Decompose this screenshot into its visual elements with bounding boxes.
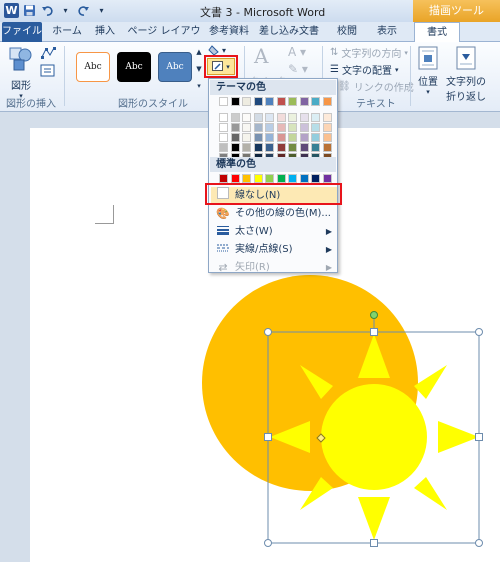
theme-color-swatch[interactable] <box>219 113 228 122</box>
theme-color-swatch[interactable] <box>311 143 320 152</box>
theme-color-swatch[interactable] <box>219 97 228 106</box>
submenu-arrow-icon: ▶ <box>325 245 332 254</box>
theme-color-swatch[interactable] <box>230 123 240 132</box>
arrows-icon: ⇄ <box>218 261 228 274</box>
theme-color-swatch[interactable] <box>253 97 263 106</box>
color-palette-icon: 🎨 <box>216 207 230 220</box>
arrows-item[interactable]: ⇄ 矢印(R) ▶ <box>211 259 337 277</box>
theme-color-swatch[interactable] <box>276 97 286 106</box>
theme-color-swatch[interactable] <box>288 143 297 152</box>
theme-color-swatch[interactable] <box>276 123 286 132</box>
highlight-box-outline-button <box>204 55 238 78</box>
theme-color-swatch[interactable] <box>299 123 309 132</box>
resize-handle[interactable] <box>264 433 272 441</box>
theme-color-swatch[interactable] <box>253 113 263 122</box>
highlight-box-no-line <box>205 183 342 205</box>
standard-color-swatch[interactable] <box>322 174 332 183</box>
theme-color-swatch[interactable] <box>276 143 286 152</box>
theme-color-swatch[interactable] <box>322 123 332 132</box>
resize-handle[interactable] <box>370 539 378 547</box>
standard-color-swatch[interactable] <box>288 174 297 183</box>
theme-color-swatch[interactable] <box>299 113 309 122</box>
resize-handle[interactable] <box>475 433 483 441</box>
more-outline-colors-item[interactable]: 🎨 その他の線の色(M)... <box>211 205 337 223</box>
resize-handle[interactable] <box>264 539 272 547</box>
theme-color-swatch[interactable] <box>311 113 320 122</box>
theme-color-swatch[interactable] <box>219 143 228 152</box>
theme-color-swatch[interactable] <box>311 133 320 142</box>
rotation-handle[interactable] <box>370 311 378 319</box>
standard-colors-header: 標準の色 <box>210 157 336 172</box>
theme-color-swatch[interactable] <box>288 133 297 142</box>
theme-color-swatch[interactable] <box>265 143 274 152</box>
theme-color-swatch[interactable] <box>230 113 240 122</box>
theme-color-swatch[interactable] <box>311 97 320 106</box>
resize-handle[interactable] <box>475 539 483 547</box>
theme-color-swatch[interactable] <box>219 123 228 132</box>
theme-color-swatch[interactable] <box>276 113 286 122</box>
submenu-arrow-icon: ▶ <box>325 227 332 236</box>
theme-color-swatch[interactable] <box>322 133 332 142</box>
shape-outline-menu: テーマの色 標準の色 線なし(N) 🎨 その他の線の色(M)... 太さ(W) … <box>208 78 338 274</box>
standard-color-swatch[interactable] <box>265 174 274 183</box>
resize-handle[interactable] <box>475 328 483 336</box>
standard-color-swatch[interactable] <box>276 174 286 183</box>
theme-color-swatch[interactable] <box>242 143 251 152</box>
line-weight-icon <box>211 223 235 241</box>
submenu-arrow-icon: ▶ <box>325 263 332 272</box>
theme-color-swatch[interactable] <box>299 97 309 106</box>
theme-color-swatch[interactable] <box>230 133 240 142</box>
arrows-label: 矢印(R) <box>235 262 270 273</box>
theme-color-swatch[interactable] <box>242 113 251 122</box>
theme-color-swatch[interactable] <box>242 97 251 106</box>
weight-item[interactable]: 太さ(W) ▶ <box>211 223 337 241</box>
resize-handle[interactable] <box>264 328 272 336</box>
theme-color-swatch[interactable] <box>322 113 332 122</box>
theme-color-swatch[interactable] <box>322 97 332 106</box>
theme-color-swatch[interactable] <box>311 123 320 132</box>
standard-color-swatch[interactable] <box>311 174 320 183</box>
theme-color-swatch[interactable] <box>276 133 286 142</box>
theme-color-swatch[interactable] <box>242 133 251 142</box>
standard-color-swatch[interactable] <box>299 174 309 183</box>
theme-color-swatch[interactable] <box>219 133 228 142</box>
standard-color-swatch[interactable] <box>230 174 240 183</box>
theme-color-swatch[interactable] <box>299 143 309 152</box>
theme-color-swatch[interactable] <box>230 143 240 152</box>
theme-color-swatch[interactable] <box>288 113 297 122</box>
theme-color-swatch[interactable] <box>299 133 309 142</box>
theme-color-swatch[interactable] <box>322 143 332 152</box>
theme-color-swatch[interactable] <box>288 97 297 106</box>
theme-color-swatch[interactable] <box>265 113 274 122</box>
theme-color-swatch[interactable] <box>242 123 251 132</box>
theme-color-swatch[interactable] <box>253 143 263 152</box>
theme-color-swatch[interactable] <box>265 133 274 142</box>
standard-color-swatch[interactable] <box>242 174 251 183</box>
theme-color-swatch[interactable] <box>253 133 263 142</box>
standard-color-swatch[interactable] <box>253 174 263 183</box>
dash-style-icon <box>211 241 235 259</box>
theme-color-swatch[interactable] <box>230 97 240 106</box>
dashes-item[interactable]: 実線/点線(S) ▶ <box>211 241 337 259</box>
standard-color-swatch[interactable] <box>219 174 228 183</box>
resize-handle[interactable] <box>370 328 378 336</box>
theme-color-swatch[interactable] <box>253 123 263 132</box>
weight-label: 太さ(W) <box>235 226 273 237</box>
theme-color-swatch[interactable] <box>288 123 297 132</box>
dashes-label: 実線/点線(S) <box>235 244 293 255</box>
theme-colors-header: テーマの色 <box>210 80 336 95</box>
more-outline-colors-label: その他の線の色(M)... <box>235 208 331 219</box>
theme-color-swatch[interactable] <box>265 97 274 106</box>
theme-color-swatch[interactable] <box>265 123 274 132</box>
